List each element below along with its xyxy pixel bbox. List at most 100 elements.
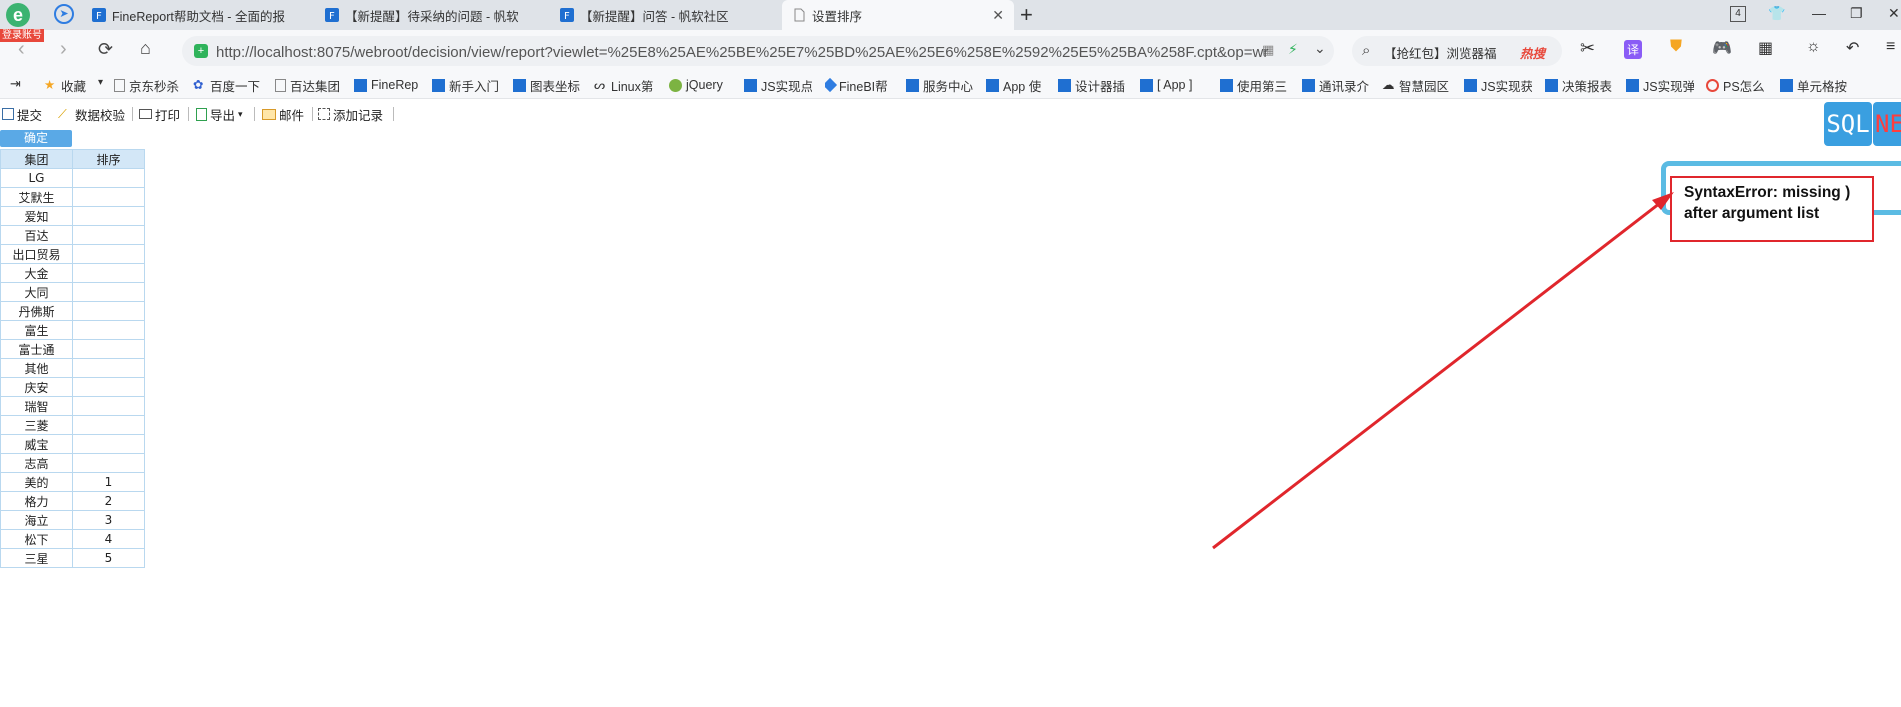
bookmark-item[interactable]: FineRep <box>354 76 420 94</box>
group-cell: 格力 <box>0 491 73 511</box>
sidebar-toggle-icon[interactable]: ⇥ <box>10 76 21 92</box>
bookmark-item[interactable]: ✿ 百度一下 <box>193 76 263 94</box>
tab-0[interactable]: F FineReport帮助文档 - 全面的报 <box>92 0 292 30</box>
navigate-icon[interactable]: ➤ <box>54 4 74 24</box>
group-cell: 松下 <box>0 529 73 549</box>
browser-logo-icon[interactable]: e <box>6 3 30 27</box>
group-cell: 大同 <box>0 282 73 302</box>
chevron-down-icon[interactable]: ⌄ <box>1314 40 1326 57</box>
toolbar-divider <box>393 107 394 121</box>
order-input-cell[interactable] <box>72 168 145 188</box>
bookmark-item[interactable]: 使用第三 <box>1220 76 1288 94</box>
export-icon <box>196 107 207 121</box>
order-input-cell[interactable] <box>72 358 145 378</box>
home-icon[interactable]: ⌂ <box>140 38 151 59</box>
forward-icon[interactable]: › <box>60 38 67 61</box>
order-input-cell[interactable] <box>72 187 145 207</box>
bookmark-item[interactable]: ᔕ Linux第 <box>594 76 660 94</box>
bookmark-item[interactable]: JS实现获 <box>1464 76 1532 94</box>
confirm-button[interactable]: 确定 <box>0 130 72 147</box>
group-cell: 爱知 <box>0 206 73 226</box>
bookmark-item[interactable]: 百达集团 <box>275 76 343 94</box>
order-input-cell[interactable] <box>72 377 145 397</box>
order-input-cell[interactable] <box>72 301 145 321</box>
bookmark-item[interactable]: JS实现弹 <box>1626 76 1694 94</box>
order-input-cell[interactable] <box>72 434 145 454</box>
bookmark-item[interactable]: 京东秒杀 <box>114 76 184 94</box>
tab-1[interactable]: F 【新提醒】待采纳的问题 - 帆软 <box>325 0 525 30</box>
bookmark-item[interactable]: [ App ] <box>1140 76 1204 94</box>
bookmark-item[interactable]: 单元格按 <box>1780 76 1858 94</box>
order-input-cell[interactable] <box>72 415 145 435</box>
login-badge[interactable]: 登录账号 <box>0 29 44 42</box>
bookmark-item[interactable]: 设计器插 <box>1058 76 1126 94</box>
order-input-cell[interactable] <box>72 225 145 245</box>
order-input-cell[interactable]: 3 <box>72 510 145 530</box>
tab-3-active[interactable]: 设置排序 ✕ <box>782 0 1014 30</box>
chevron-down-icon[interactable]: ▾ <box>98 77 103 88</box>
order-input-cell[interactable] <box>72 244 145 264</box>
bookmark-item[interactable]: 新手入门 <box>432 76 498 94</box>
menu-icon[interactable]: ≡ <box>1886 38 1895 56</box>
minimize-icon[interactable]: — <box>1812 5 1826 21</box>
order-input-cell[interactable]: 5 <box>72 548 145 568</box>
bookmark-item[interactable]: FineBI帮 <box>825 76 893 94</box>
table-row: 美的 1 <box>0 472 145 492</box>
bookmark-item[interactable]: jQuery <box>669 76 737 94</box>
table-row: 富士通 <box>0 339 145 359</box>
sql-button[interactable]: SQL <box>1824 102 1872 146</box>
finereport-icon <box>1058 78 1071 92</box>
translate-button[interactable]: 译 <box>1624 40 1643 59</box>
group-cell: 三星 <box>0 548 73 568</box>
validate-button[interactable]: ⟋ 数据校验 <box>58 105 125 123</box>
order-input-cell[interactable] <box>72 339 145 359</box>
export-button[interactable]: 导出 ▾ <box>196 105 243 123</box>
restore-icon[interactable]: ❐ <box>1850 5 1863 22</box>
skin-icon[interactable]: 👕 <box>1768 5 1785 22</box>
mail-button[interactable]: 邮件 <box>262 105 304 123</box>
lightning-icon[interactable]: ⚡ <box>1288 41 1298 58</box>
finereport-icon <box>1464 78 1477 92</box>
search-box[interactable]: ⌕ 【抢红包】浏览器福 热搜 <box>1352 36 1562 66</box>
finereport-icon <box>432 78 445 92</box>
new-tab-button[interactable]: + <box>1020 2 1033 28</box>
brightness-icon[interactable]: ☼ <box>1806 38 1821 56</box>
bookmark-item[interactable]: JS实现点 <box>744 76 812 94</box>
reload-icon[interactable]: ⟳ <box>98 39 113 60</box>
apps-grid-icon[interactable]: ▦ <box>1758 38 1773 58</box>
table-row: 爱知 <box>0 206 145 226</box>
bookmark-item[interactable]: 服务中心 <box>906 76 974 94</box>
bookmark-item[interactable]: 决策报表 <box>1545 76 1613 94</box>
ne-button[interactable]: NE <box>1873 102 1901 146</box>
bookmark-item[interactable]: 通讯录介 <box>1302 76 1370 94</box>
order-input-cell[interactable] <box>72 206 145 226</box>
toolbar-divider <box>312 107 313 121</box>
print-button[interactable]: 打印 <box>139 105 180 123</box>
finereport-icon <box>1302 78 1315 92</box>
bookmark-item[interactable]: App 使 <box>986 76 1048 94</box>
scissors-icon[interactable]: ✂ <box>1580 38 1595 59</box>
bookmark-item[interactable]: PS怎么 <box>1706 76 1772 94</box>
group-cell: 丹佛斯 <box>0 301 73 321</box>
bookmark-favorites[interactable]: ★ 收藏 <box>44 76 106 94</box>
order-input-cell[interactable] <box>72 282 145 302</box>
order-input-cell[interactable]: 4 <box>72 529 145 549</box>
undo-icon[interactable]: ↶ <box>1846 38 1859 58</box>
order-input-cell[interactable] <box>72 320 145 340</box>
finereport-favicon-icon: F <box>92 8 106 22</box>
order-input-cell[interactable]: 2 <box>72 491 145 511</box>
order-input-cell[interactable] <box>72 263 145 283</box>
close-tab-icon[interactable]: ✕ <box>992 7 1004 24</box>
shield-icon[interactable]: ⛊ <box>1670 38 1682 56</box>
game-icon[interactable]: 🎮 <box>1712 38 1732 58</box>
add-record-button[interactable]: 添加记录 <box>318 105 383 123</box>
submit-button[interactable]: 提交 <box>2 105 42 123</box>
tab-2[interactable]: F 【新提醒】问答 - 帆软社区 <box>560 0 760 30</box>
bookmark-item[interactable]: ☁ 智慧园区 <box>1382 76 1450 94</box>
order-input-cell[interactable]: 1 <box>72 472 145 492</box>
bookmark-item[interactable]: 图表坐标 <box>513 76 581 94</box>
tab-count-badge[interactable]: 4 <box>1730 6 1746 22</box>
close-window-icon[interactable]: ✕ <box>1888 5 1900 22</box>
order-input-cell[interactable] <box>72 453 145 473</box>
order-input-cell[interactable] <box>72 396 145 416</box>
